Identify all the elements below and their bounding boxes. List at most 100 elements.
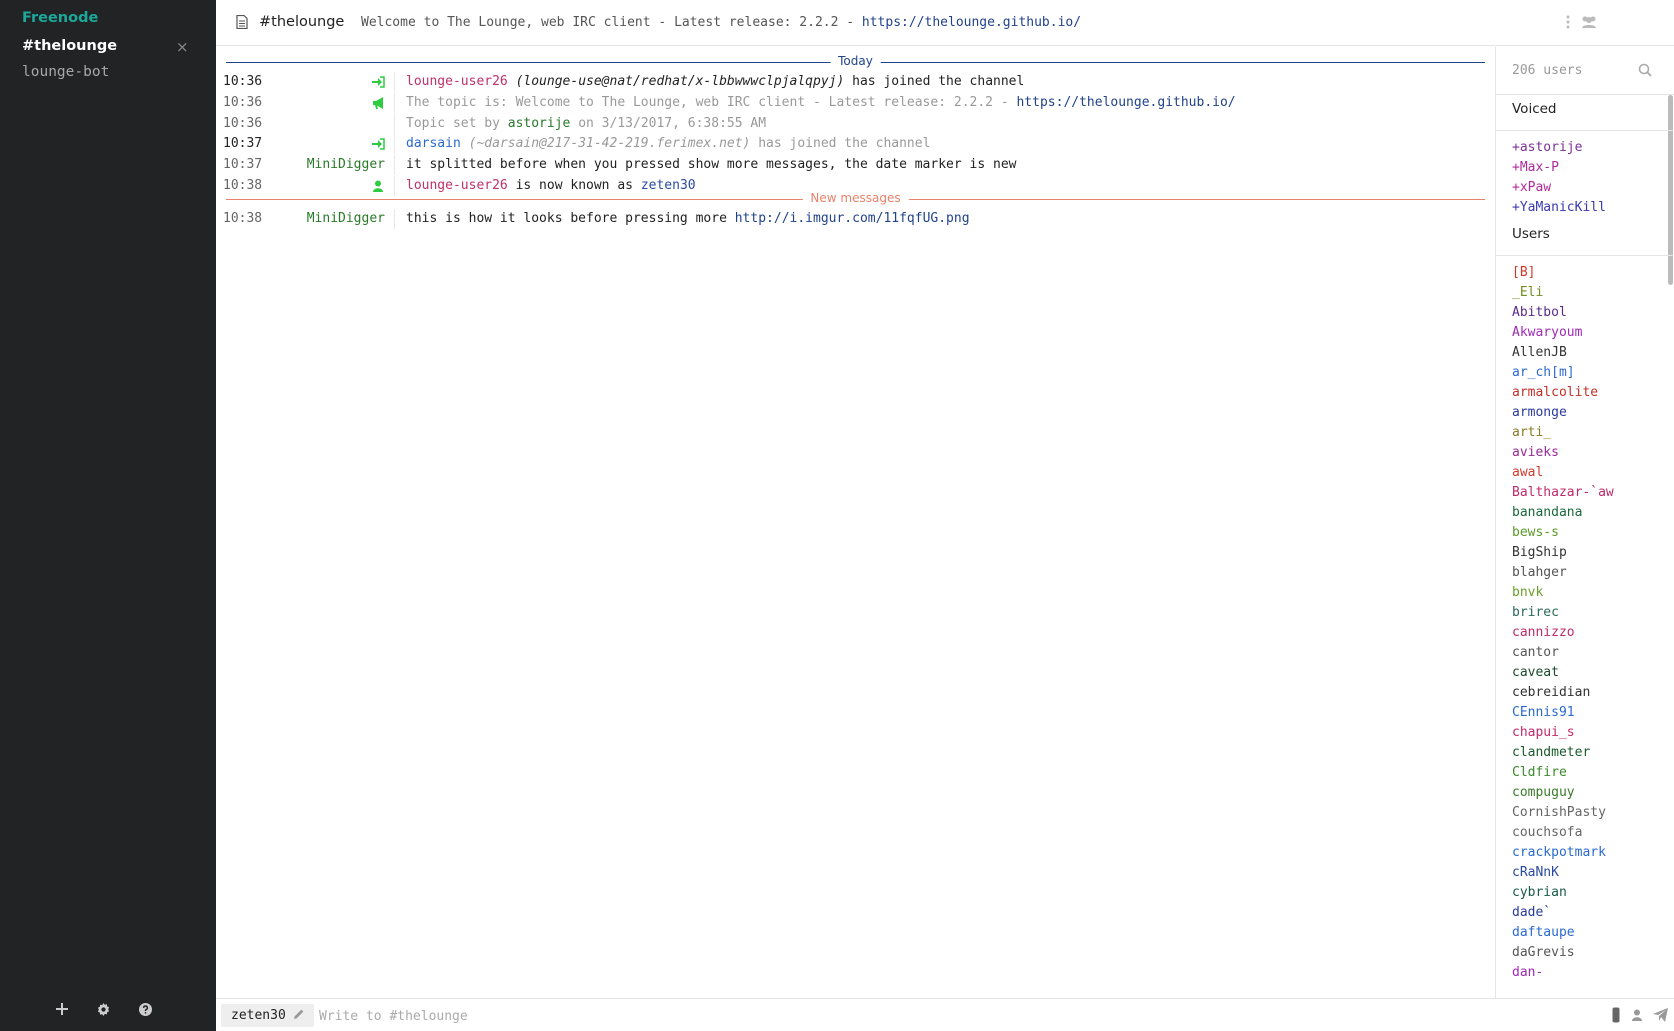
voiced-user-list: +astorije +Max-P +xPaw +YaManicKill [1512, 138, 1606, 218]
new-nick[interactable]: zeten30 [641, 178, 696, 193]
message-author[interactable]: MiniDigger [216, 211, 385, 226]
date-marker: Today [226, 54, 1485, 69]
nick[interactable]: lounge-user26 [406, 74, 508, 89]
message-time: 10:36 [223, 95, 263, 110]
channel-title: #thelounge [259, 14, 345, 30]
current-nick: zeten30 [231, 1008, 286, 1023]
user-list-item[interactable]: daGrevis [1512, 943, 1614, 963]
unread-marker-label: New messages [802, 191, 909, 205]
message-time: 10:38 [223, 178, 263, 193]
send-icon[interactable] [1651, 1006, 1669, 1024]
voiced-heading: Voiced [1512, 101, 1557, 117]
search-icon[interactable] [1638, 63, 1656, 81]
message-link[interactable]: https://thelounge.github.io/ [1016, 95, 1235, 110]
network-name[interactable]: Freenode [22, 10, 98, 26]
nick[interactable]: darsain [406, 136, 461, 151]
message-body: this is how it looks before pressing mor… [406, 211, 735, 226]
message-list: Today 10:36 lounge-user26 (lounge-use@na… [216, 47, 1495, 998]
sidebar-item-thelounge[interactable]: #thelounge [22, 38, 117, 54]
message-row: 10:36 The topic is: Welcome to The Loung… [216, 93, 1495, 113]
users-heading: Users [1512, 226, 1550, 242]
user-list-item[interactable]: crackpotmark [1512, 843, 1614, 863]
user-list-item[interactable]: couchsofa [1512, 823, 1614, 843]
user-list-item[interactable]: +xPaw [1512, 178, 1606, 198]
user-list-item[interactable]: Cldfire [1512, 763, 1614, 783]
user-list-item[interactable]: banandana [1512, 503, 1614, 523]
channel-header: #thelounge Welcome to The Lounge, web IR… [216, 0, 1674, 46]
message-author[interactable]: MiniDigger [216, 157, 385, 172]
user-list-item[interactable]: +astorije [1512, 138, 1606, 158]
plus-icon[interactable] [53, 1000, 71, 1018]
user-list-item[interactable]: Akwaryoum [1512, 323, 1614, 343]
menu-dots-icon[interactable] [1559, 13, 1577, 31]
user-list-item[interactable]: dan- [1512, 963, 1614, 983]
topic-set-text: Topic set by [406, 116, 508, 131]
topic-message-text: The topic is: Welcome to The Lounge, web… [406, 95, 1017, 110]
pencil-icon[interactable] [293, 1004, 304, 1027]
nick-button[interactable]: zeten30 [221, 1004, 314, 1027]
user-list-item[interactable]: bnvk [1512, 583, 1614, 603]
user-list-item[interactable]: cybrian [1512, 883, 1614, 903]
user-list-item[interactable]: blahger [1512, 563, 1614, 583]
user-list-item[interactable]: cebreidian [1512, 683, 1614, 703]
user-list-item[interactable]: armalcolite [1512, 383, 1614, 403]
users-icon[interactable] [1580, 13, 1598, 31]
nick[interactable]: lounge-user26 [406, 178, 508, 193]
user-list-item[interactable]: AllenJB [1512, 343, 1614, 363]
user-list-item[interactable]: arti_ [1512, 423, 1614, 443]
user-list-item[interactable]: avieks [1512, 443, 1614, 463]
message-text: The topic is: Welcome to The Lounge, web… [406, 95, 1236, 110]
topic-link[interactable]: https://thelounge.github.io/ [862, 15, 1081, 30]
user-list-item[interactable]: clandmeter [1512, 743, 1614, 763]
hostmask: (lounge-use@nat/redhat/x-lbbwwwclpjalqpy… [515, 74, 845, 89]
nick-change-text: is now known as [507, 178, 641, 193]
message-input[interactable] [319, 1006, 1469, 1026]
user-list-item[interactable]: BigShip [1512, 543, 1614, 563]
user-list-item[interactable]: ar_ch[m] [1512, 363, 1614, 383]
hostmask: (~darsain@217-31-42-219.ferimex.net) [468, 136, 751, 151]
message-text: darsain (~darsain@217-31-42-219.ferimex.… [406, 136, 930, 151]
message-text: Topic set by astorije on 3/13/2017, 6:38… [406, 116, 766, 131]
upload-icon[interactable] [1607, 1006, 1625, 1024]
message-text: it splitted before when you pressed show… [406, 157, 1017, 172]
user-list-item[interactable]: awal [1512, 463, 1614, 483]
user-list-item[interactable]: _Eli [1512, 283, 1614, 303]
user-list-item[interactable]: cRaNnK [1512, 863, 1614, 883]
user-list-item[interactable]: daftaupe [1512, 923, 1614, 943]
user-list-item[interactable]: brirec [1512, 603, 1614, 623]
message-text: lounge-user26 (lounge-use@nat/redhat/x-l… [406, 74, 1024, 89]
join-text: has joined the channel [844, 74, 1025, 89]
close-channel-icon[interactable]: × [176, 38, 189, 56]
user-list-item[interactable]: chapui_s [1512, 723, 1614, 743]
user-list-item[interactable]: bews-s [1512, 523, 1614, 543]
user-list-item[interactable]: caveat [1512, 663, 1614, 683]
user-icon[interactable] [1628, 1006, 1646, 1024]
sidebar: Freenode #thelounge × lounge-bot [0, 0, 216, 1031]
user-list-item[interactable]: +Max-P [1512, 158, 1606, 178]
gear-icon[interactable] [94, 1000, 112, 1018]
megaphone-icon [372, 97, 386, 109]
message-row: 10:37 MiniDigger it splitted before when… [216, 155, 1495, 175]
user-list-item[interactable]: [B] [1512, 263, 1614, 283]
message-link[interactable]: http://i.imgur.com/11fqfUG.png [735, 211, 970, 226]
message-row: 10:36 Topic set by astorije on 3/13/2017… [216, 114, 1495, 134]
user-list-item[interactable]: Abitbol [1512, 303, 1614, 323]
user-list-scrollbar[interactable] [1668, 95, 1673, 285]
message-row: 10:37 darsain (~darsain@217-31-42-219.fe… [216, 134, 1495, 154]
user-list-item[interactable]: CEnnis91 [1512, 703, 1614, 723]
help-icon[interactable] [136, 1000, 154, 1018]
sidebar-item-lounge-bot[interactable]: lounge-bot [22, 64, 109, 80]
document-icon[interactable] [236, 14, 248, 30]
message-row: 10:38 MiniDigger this is how it looks be… [216, 209, 1495, 229]
user-list-item[interactable]: Balthazar-`aw [1512, 483, 1614, 503]
nick[interactable]: astorije [508, 116, 571, 131]
user-list-item[interactable]: +YaManicKill [1512, 198, 1606, 218]
user-list-item[interactable]: compuguy [1512, 783, 1614, 803]
user-list-item[interactable]: CornishPasty [1512, 803, 1614, 823]
user-list-item[interactable]: cantor [1512, 643, 1614, 663]
user-list-item[interactable]: armonge [1512, 403, 1614, 423]
message-time: 10:37 [223, 136, 263, 151]
user-list-item[interactable]: dade` [1512, 903, 1614, 923]
user-list-item[interactable]: cannizzo [1512, 623, 1614, 643]
unread-marker: New messages [226, 191, 1485, 206]
